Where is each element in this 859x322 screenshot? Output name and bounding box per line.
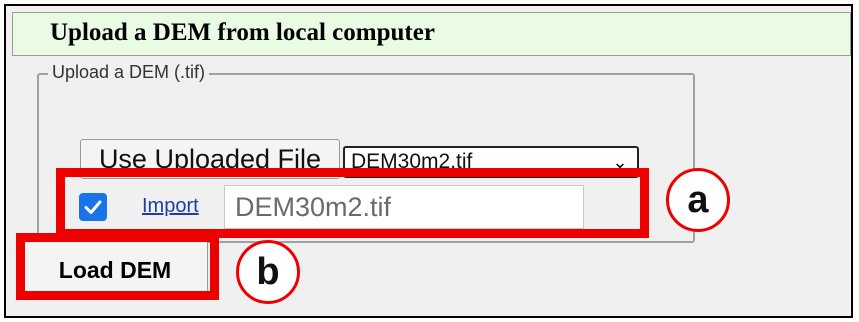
panel-title: Upload a DEM from local computer (50, 19, 435, 46)
use-uploaded-file-button[interactable]: Use Uploaded File (80, 139, 340, 179)
import-link[interactable]: Import (142, 195, 199, 218)
callout-label-b: b (236, 240, 300, 304)
callout-label-a: a (666, 168, 730, 232)
upload-group-legend: Upload a DEM (.tif) (48, 62, 210, 83)
load-dem-button[interactable]: Load DEM (22, 240, 208, 300)
panel-header: Upload a DEM from local computer (12, 12, 851, 56)
checkmark-icon (84, 200, 102, 214)
chevron-down-icon: ⌄ (612, 151, 628, 172)
uploaded-file-select-value: DEM30m2.tif (351, 150, 473, 173)
uploaded-file-select[interactable]: DEM30m2.tif ⌄ (343, 146, 639, 178)
import-filename-input[interactable]: DEM30m2.tif (224, 185, 584, 229)
import-checkbox[interactable] (79, 193, 107, 221)
